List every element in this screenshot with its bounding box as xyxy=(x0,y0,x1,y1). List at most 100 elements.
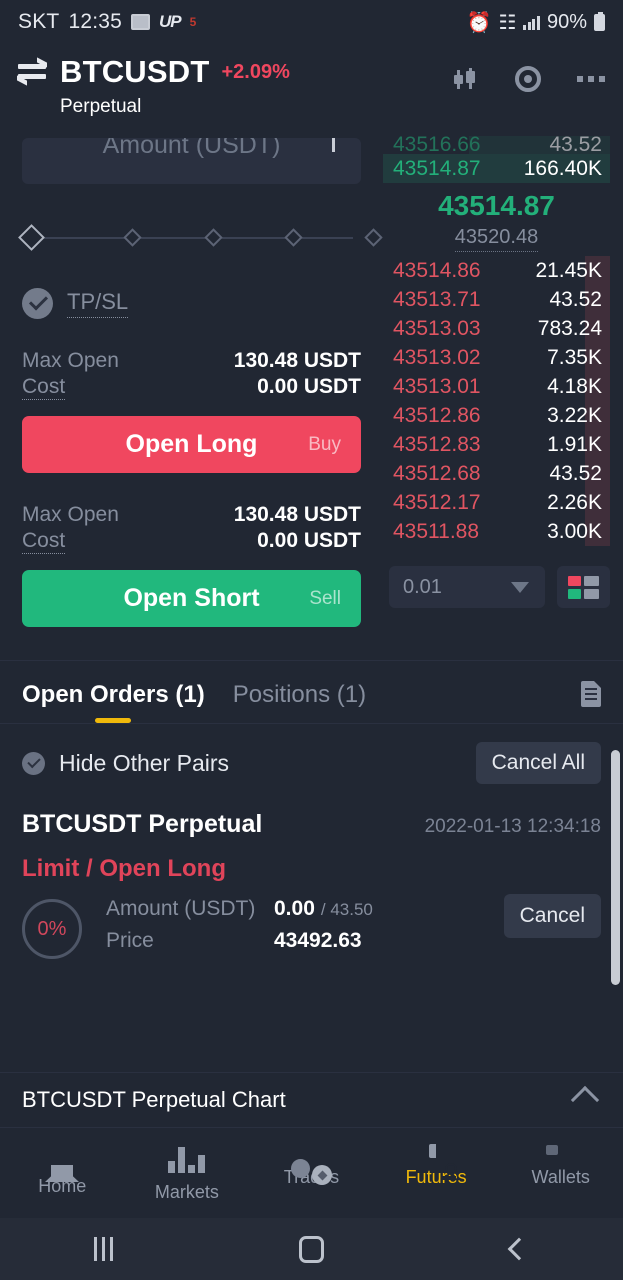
orderbook-price: 43512.86 xyxy=(393,403,481,427)
cancel-all-button[interactable]: Cancel All xyxy=(475,742,601,784)
depth-select[interactable]: 0.01 xyxy=(389,566,545,608)
open-order-card: BTCUSDT Perpetual 2022-01-13 12:34:18 Li… xyxy=(0,784,623,961)
battery-icon xyxy=(594,11,605,31)
bottom-navigation: Home Markets Trades Futures Wallets xyxy=(0,1128,623,1218)
long-cost-value: 0.00 USDT xyxy=(257,375,361,398)
orderbook-amount: 43.52 xyxy=(549,461,602,485)
order-price-value: 43492.63 xyxy=(274,929,362,952)
candlestick-chart-icon[interactable] xyxy=(453,66,479,92)
long-summary: Max Open 130.48 USDT Cost 0.00 USDT xyxy=(22,349,361,400)
orderbook-amount: 3.00K xyxy=(547,519,602,543)
back-button-icon xyxy=(507,1237,531,1261)
nav-item-markets[interactable]: Markets xyxy=(125,1128,250,1218)
depth-value: 0.01 xyxy=(403,575,442,598)
orderbook-amount: 3.22K xyxy=(547,403,602,427)
checkmark-icon[interactable] xyxy=(22,751,45,775)
page-title[interactable]: BTCUSDT xyxy=(60,54,210,90)
orders-tabs: Open Orders (1) Positions (1) xyxy=(22,661,601,723)
orderbook-row[interactable]: 43514.87 166.40K xyxy=(383,154,610,183)
cancel-order-button[interactable]: Cancel xyxy=(503,894,601,938)
vertical-scrollbar[interactable] xyxy=(611,750,620,985)
carrier-label: SKT xyxy=(18,10,60,33)
fill-progress-ring: 0% xyxy=(22,899,82,959)
orderbook-price: 43512.83 xyxy=(393,432,481,456)
orderbook-row[interactable]: 43514.86 21.45K xyxy=(383,256,610,285)
filter-row: Hide Other Pairs Cancel All xyxy=(0,724,623,784)
orderbook-row[interactable]: 43513.02 7.35K xyxy=(383,343,610,372)
swap-arrows-icon[interactable] xyxy=(18,59,48,85)
orderbook-amount: 43.52 xyxy=(549,136,602,154)
open-short-side: Sell xyxy=(309,587,341,609)
fill-percent-label: 0% xyxy=(37,917,67,940)
order-book: 43516.66 43.52 43514.87 166.40K 43514.87 43… xyxy=(383,136,623,646)
tpsl-toggle[interactable]: TP/SL xyxy=(22,288,361,319)
last-price: 43514.87 xyxy=(438,190,555,221)
app-screen: SKT 12:35 UP 5 ⏰ ☷ 90% BTCUSDT +2.09% Pe… xyxy=(0,0,623,1280)
checkmark-icon[interactable] xyxy=(22,288,53,319)
nav-item-wallets[interactable]: Wallets xyxy=(498,1128,623,1218)
chart-expand-bar[interactable]: BTCUSDT Perpetual Chart xyxy=(0,1072,623,1128)
trade-body: Amount (USDT) TP/SL Max Open 130.48 USDT xyxy=(0,136,623,646)
orderbook-row[interactable]: 43512.83 1.91K xyxy=(383,430,610,459)
up-app-icon: UP xyxy=(159,12,182,31)
order-history-icon[interactable] xyxy=(581,681,601,707)
orderbook-row[interactable]: 43513.03 783.24 xyxy=(383,314,610,343)
orderbook-amount: 43.52 xyxy=(549,287,602,311)
orderbook-row[interactable]: 43512.68 43.52 xyxy=(383,459,610,488)
orderbook-layout-icon xyxy=(568,575,599,599)
tab-positions[interactable]: Positions (1) xyxy=(233,681,366,723)
orderbook-price: 43514.86 xyxy=(393,258,481,282)
open-short-button[interactable]: Open Short Sell xyxy=(22,570,361,627)
contract-type-label: Perpetual xyxy=(60,96,142,117)
open-long-button[interactable]: Open Long Buy xyxy=(22,416,361,473)
slider-step-50[interactable] xyxy=(204,228,223,247)
open-long-side: Buy xyxy=(308,433,341,455)
orderbook-row[interactable]: 43512.17 2.26K xyxy=(383,488,610,517)
orderbook-price: 43513.02 xyxy=(393,345,481,369)
order-amount-label: Amount (USDT) xyxy=(106,897,256,920)
orderbook-row[interactable]: 43512.86 3.22K xyxy=(383,401,610,430)
order-amount-value: 0.00 xyxy=(274,897,315,920)
chevron-up-icon[interactable] xyxy=(570,1085,600,1115)
more-options-icon[interactable] xyxy=(577,76,605,82)
orderbook-price: 43511.88 xyxy=(393,519,480,543)
markets-bars-icon xyxy=(168,1143,206,1173)
order-amount-total: / 43.50 xyxy=(320,900,373,919)
orderbook-amount: 166.40K xyxy=(523,156,602,180)
text-cursor xyxy=(332,138,335,152)
nav-label: Wallets xyxy=(531,1167,590,1187)
orderbook-row[interactable]: 43513.01 4.18K xyxy=(383,372,610,401)
open-short-label: Open Short xyxy=(123,584,260,612)
orderbook-amount: 21.45K xyxy=(535,258,602,282)
home-button[interactable] xyxy=(208,1235,416,1263)
target-icon[interactable] xyxy=(515,66,541,92)
nav-item-futures[interactable]: Futures xyxy=(374,1128,499,1218)
orderbook-amount: 1.91K xyxy=(547,432,602,456)
slider-handle[interactable] xyxy=(18,224,45,251)
orderbook-amount: 783.24 xyxy=(537,316,602,340)
orderbook-price: 43513.03 xyxy=(393,316,481,340)
slider-step-75[interactable] xyxy=(284,228,303,247)
nav-item-trades[interactable]: Trades xyxy=(249,1128,374,1218)
hide-other-pairs-label[interactable]: Hide Other Pairs xyxy=(59,750,229,777)
index-price: 43520.48 xyxy=(454,226,539,252)
orderbook-row[interactable]: 43513.71 43.52 xyxy=(383,285,610,314)
orderbook-layout-button[interactable] xyxy=(557,566,610,608)
back-button[interactable] xyxy=(415,1237,623,1261)
orders-tabs-section: Open Orders (1) Positions (1) xyxy=(0,660,623,723)
slider-step-25[interactable] xyxy=(123,228,142,247)
orderbook-row[interactable]: 43516.66 43.52 xyxy=(383,136,610,154)
notification-badge: 5 xyxy=(189,15,197,29)
recent-apps-button[interactable] xyxy=(0,1237,208,1261)
slider-step-100[interactable] xyxy=(364,228,383,247)
chart-bar-label: BTCUSDT Perpetual Chart xyxy=(22,1087,286,1112)
amount-input[interactable]: Amount (USDT) xyxy=(22,138,361,184)
order-type: Limit / Open Long xyxy=(22,855,226,882)
tab-open-orders[interactable]: Open Orders (1) xyxy=(22,681,205,723)
orderbook-row[interactable]: 43511.88 3.00K xyxy=(383,517,610,546)
order-form: Amount (USDT) TP/SL Max Open 130.48 USDT xyxy=(0,136,383,646)
amount-slider[interactable] xyxy=(18,224,383,251)
orderbook-amount: 4.18K xyxy=(547,374,602,398)
nav-item-home[interactable]: Home xyxy=(0,1128,125,1218)
nav-label: Futures xyxy=(405,1167,467,1187)
